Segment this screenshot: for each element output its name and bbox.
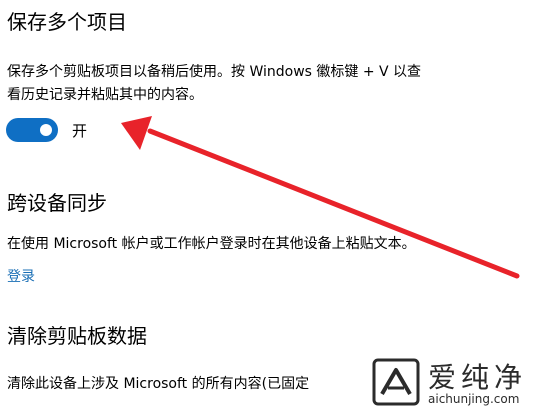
sync-title: 跨设备同步	[7, 191, 107, 215]
annotation-arrow-head	[121, 116, 152, 150]
clear-clipboard-title: 清除剪贴板数据	[7, 324, 147, 348]
toggle-knob	[40, 124, 52, 136]
watermark-cn-text: 爱纯净	[428, 361, 528, 394]
aichunjing-logo-icon	[372, 358, 420, 406]
clipboard-history-toggle[interactable]	[6, 118, 58, 142]
watermark-url-text: aichunjing.com	[428, 392, 520, 406]
clipboard-history-toggle-row: 开	[6, 117, 87, 143]
watermark: 爱纯净 aichunjing.com	[370, 356, 559, 413]
clipboard-history-desc-line2: 看历史记录并粘贴其中的内容。	[7, 87, 203, 103]
clear-clipboard-desc: 清除此设备上涉及 Microsoft 的所有内容(已固定	[7, 376, 310, 392]
clipboard-history-toggle-label: 开	[72, 121, 88, 140]
clipboard-history-desc-line1: 保存多个剪贴板项目以备稍后使用。按 Windows 徽标键 + V 以查	[7, 64, 422, 80]
signin-link[interactable]: 登录	[7, 266, 35, 286]
clipboard-history-title: 保存多个项目	[7, 10, 127, 34]
sync-desc: 在使用 Microsoft 帐户或工作帐户登录时在其他设备上粘贴文本。	[7, 236, 416, 252]
